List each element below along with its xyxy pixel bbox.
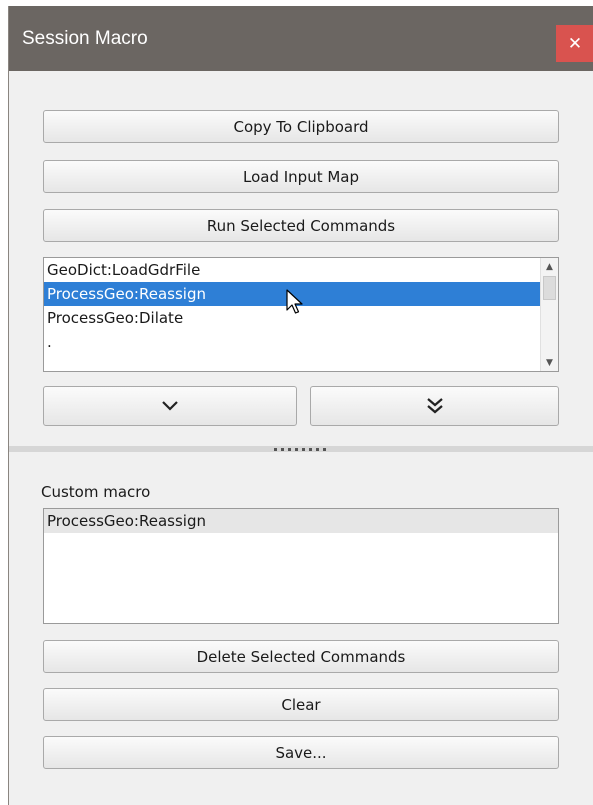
history-item[interactable]: . — [44, 330, 558, 354]
splitter-grip-icon — [260, 446, 340, 452]
history-item[interactable]: GeoDict:LoadGdrFile — [44, 258, 558, 282]
move-down-button[interactable] — [43, 386, 297, 426]
custom-macro-label: Custom macro — [41, 483, 151, 501]
panel-splitter[interactable] — [9, 446, 593, 452]
copy-to-clipboard-button[interactable]: Copy To Clipboard — [43, 110, 559, 143]
scroll-down-icon[interactable]: ▼ — [541, 354, 558, 371]
title-bar: Session Macro ✕ — [9, 6, 593, 71]
move-to-bottom-button[interactable] — [310, 386, 559, 426]
close-button[interactable]: ✕ — [556, 25, 593, 62]
run-selected-commands-button[interactable]: Run Selected Commands — [43, 209, 559, 242]
scroll-thumb[interactable] — [543, 276, 556, 300]
window-title: Session Macro — [22, 28, 148, 49]
close-icon: ✕ — [567, 33, 583, 54]
save-button[interactable]: Save... — [43, 736, 559, 769]
chevron-down-icon — [162, 401, 178, 411]
delete-selected-commands-button[interactable]: Delete Selected Commands — [43, 640, 559, 673]
custom-macro-item[interactable]: ProcessGeo:Reassign — [44, 509, 558, 533]
double-chevron-down-icon — [426, 398, 443, 414]
scroll-up-icon[interactable]: ▲ — [541, 258, 558, 275]
load-input-map-button[interactable]: Load Input Map — [43, 160, 559, 193]
mouse-cursor-icon — [286, 289, 303, 314]
history-scrollbar[interactable]: ▲ ▼ — [540, 258, 558, 371]
custom-macro-list[interactable]: ProcessGeo:Reassign — [43, 508, 559, 624]
session-macro-window: Session Macro ✕ Copy To Clipboard Load I… — [8, 6, 593, 805]
clear-button[interactable]: Clear — [43, 688, 559, 721]
